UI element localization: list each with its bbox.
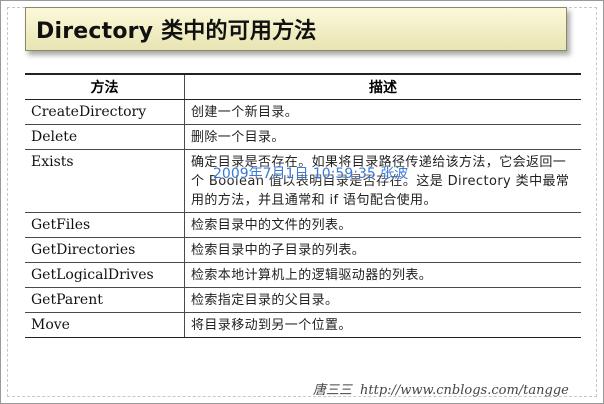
slide: Directory 类中的可用方法 2009年7月1日 10:59:35 张波 …	[0, 0, 604, 404]
method-description: 检索本地计算机上的逻辑驱动器的列表。	[184, 262, 581, 288]
footer-url: http://www.cnblogs.com/tangge	[360, 383, 569, 398]
method-description: 检索目录中的子目录的列表。	[184, 237, 581, 263]
table-row: GetFiles 检索目录中的文件的列表。	[25, 212, 581, 238]
method-description: 检索指定目录的父目录。	[184, 287, 581, 313]
method-name: GetLogicalDrives	[25, 262, 185, 288]
table-row: GetParent 检索指定目录的父目录。	[25, 287, 581, 313]
table-row: CreateDirectory 创建一个新目录。	[25, 99, 581, 125]
timestamp-watermark: 2009年7月1日 10:59:35 张波	[213, 166, 409, 182]
title-banner: Directory 类中的可用方法	[25, 7, 567, 51]
method-description: 检索目录中的文件的列表。	[184, 212, 581, 238]
table-row: Move 将目录移动到另一个位置。	[25, 312, 581, 338]
method-description: 创建一个新目录。	[184, 99, 581, 125]
header-method: 方法	[25, 73, 185, 100]
method-name: GetFiles	[25, 212, 185, 238]
footer-author: 唐三三	[313, 383, 353, 398]
method-name: Move	[25, 312, 185, 338]
table-row: GetLogicalDrives 检索本地计算机上的逻辑驱动器的列表。	[25, 262, 581, 288]
footer-credit: 唐三三 http://www.cnblogs.com/tangge	[313, 379, 569, 398]
header-description: 描述	[184, 73, 581, 100]
table-header-row: 方法 描述	[25, 73, 581, 100]
method-name: Delete	[25, 124, 185, 150]
method-name: GetDirectories	[25, 237, 185, 263]
table-row: Delete 删除一个目录。	[25, 124, 581, 150]
method-description: 删除一个目录。	[184, 124, 581, 150]
method-description: 将目录移动到另一个位置。	[184, 312, 581, 338]
method-name: GetParent	[25, 287, 185, 313]
method-name: Exists	[25, 149, 185, 213]
table-row: GetDirectories 检索目录中的子目录的列表。	[25, 237, 581, 263]
methods-table: 方法 描述 CreateDirectory 创建一个新目录。 Delete 删除…	[25, 73, 581, 338]
slide-title: Directory 类中的可用方法	[36, 19, 317, 44]
method-name: CreateDirectory	[25, 99, 185, 125]
